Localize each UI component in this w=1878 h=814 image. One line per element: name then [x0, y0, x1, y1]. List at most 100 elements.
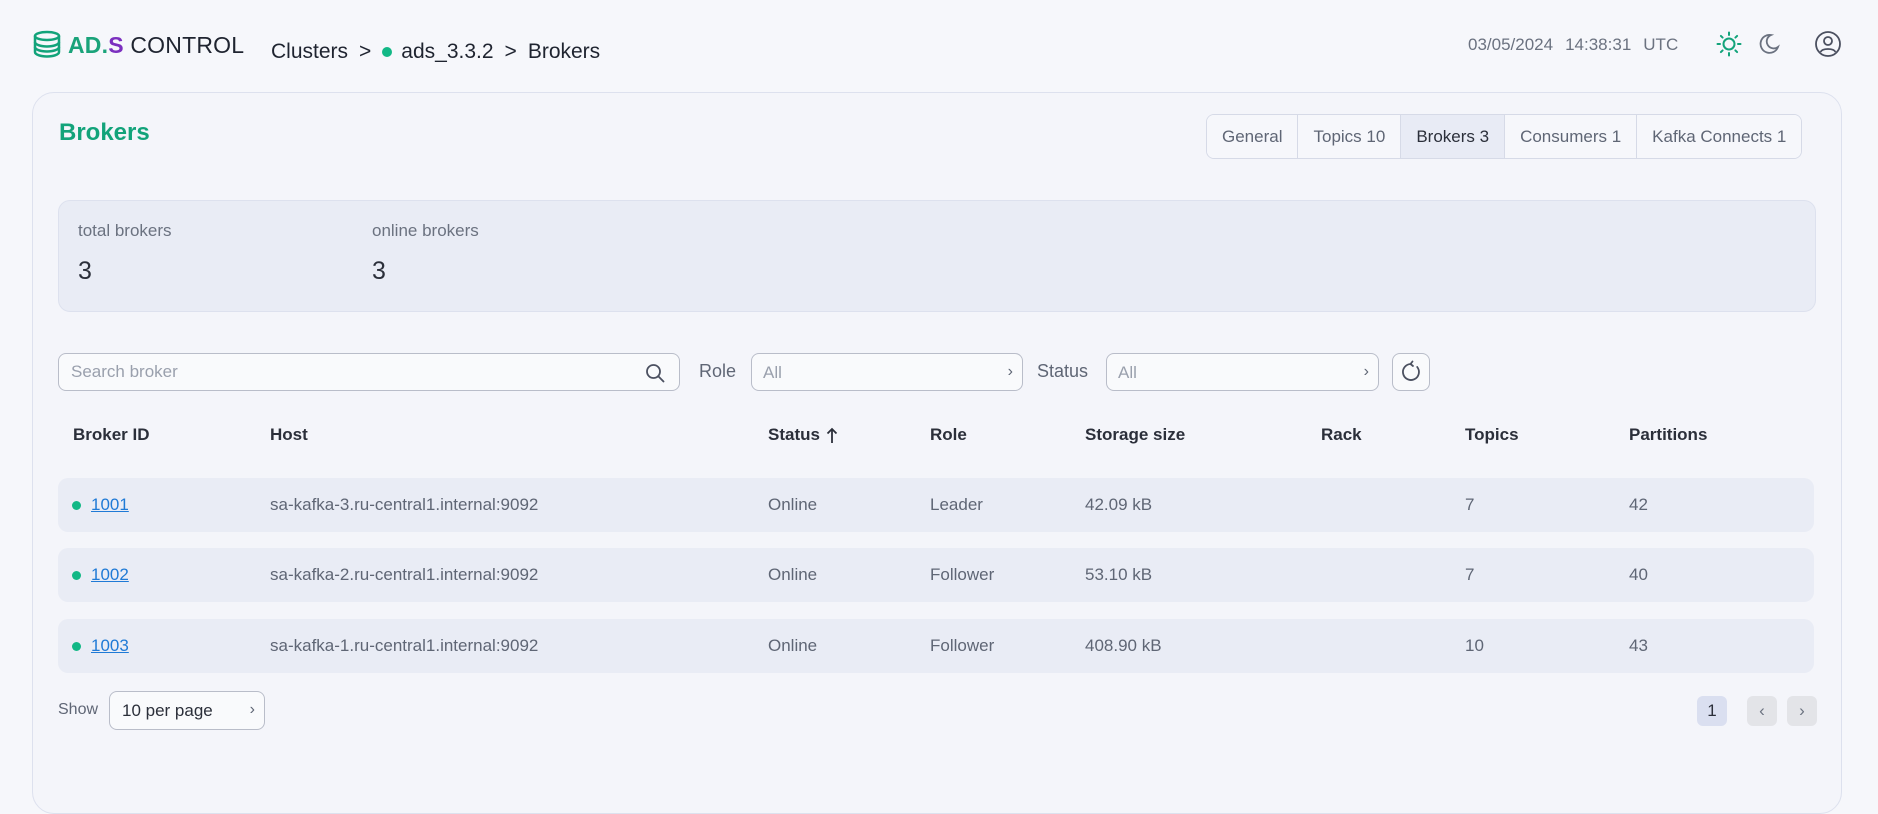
breadcrumb-clusters[interactable]: Clusters [271, 40, 348, 64]
refresh-icon [1402, 360, 1420, 381]
search-input[interactable] [59, 354, 643, 390]
column-header-label: Host [270, 425, 308, 444]
dark-theme-button[interactable] [1755, 30, 1783, 58]
host-cell: sa-kafka-3.ru-central1.internal:9092 [270, 495, 539, 514]
cluster-status-dot [382, 47, 393, 57]
storage-cell: 408.90 kB [1085, 636, 1162, 655]
show-label: Show [58, 701, 99, 718]
stat-total-brokers: total brokers 3 [78, 221, 172, 286]
light-theme-button[interactable] [1715, 30, 1743, 58]
breadcrumb: Clusters > ads_3.3.2 > Brokers [271, 40, 600, 64]
broker-id-link[interactable]: 1003 [91, 636, 129, 656]
column-header-role[interactable]: Role [930, 425, 967, 445]
column-header-status[interactable]: Status [768, 425, 838, 445]
broker-id-link[interactable]: 1002 [91, 565, 129, 585]
status-select-value: All [1118, 363, 1137, 382]
prev-page-button[interactable]: ‹ [1747, 696, 1777, 726]
table-row[interactable]: 1001 sa-kafka-3.ru-central1.internal:909… [58, 478, 1814, 532]
per-page-value: 10 per page [122, 701, 213, 720]
per-page-select[interactable]: 10 per page › [109, 691, 265, 730]
tab-consumers[interactable]: Consumers 1 [1505, 115, 1638, 158]
column-header-label: Broker ID [73, 425, 150, 444]
role-cell: Leader [930, 495, 983, 514]
topics-cell: 10 [1465, 636, 1484, 655]
broker-id-cell: 1003 [72, 636, 129, 656]
role-select-value: All [763, 363, 782, 382]
broker-id-link[interactable]: 1001 [91, 495, 129, 515]
role-cell: Follower [930, 636, 995, 655]
status-cell: Online [768, 495, 818, 514]
sun-icon [1716, 31, 1742, 57]
chevron-right-icon: › [1007, 363, 1013, 380]
status-filter-label: Status [1037, 361, 1089, 381]
logo-text: AD.S CONTROL [68, 32, 244, 59]
time: 14:38:31 [1565, 35, 1632, 54]
page-number-button[interactable]: 1 [1697, 696, 1727, 726]
chevron-right-icon: › [1363, 363, 1369, 380]
host-cell: sa-kafka-2.ru-central1.internal:9092 [270, 565, 539, 584]
column-header-label: Storage size [1085, 425, 1186, 444]
search-icon[interactable] [645, 363, 665, 383]
column-header-rack[interactable]: Rack [1321, 425, 1362, 445]
tab-kafka-connects[interactable]: Kafka Connects 1 [1637, 115, 1802, 158]
broker-id-cell: 1001 [72, 495, 129, 515]
user-menu-button[interactable] [1814, 30, 1842, 58]
tab-general[interactable]: General [1207, 115, 1299, 158]
partitions-cell: 42 [1629, 495, 1648, 514]
stat-online-brokers: online brokers 3 [372, 221, 479, 286]
status-select[interactable]: All › [1106, 353, 1379, 391]
column-header-label: Rack [1321, 425, 1362, 444]
role-filter-label: Role [699, 361, 737, 381]
next-page-button[interactable]: › [1787, 696, 1817, 726]
column-header-topics[interactable]: Topics [1465, 425, 1519, 445]
stat-value: 3 [372, 257, 386, 285]
column-header-label: Partitions [1629, 425, 1708, 444]
status-cell: Online [768, 565, 818, 584]
chevron-right-icon: › [1799, 701, 1805, 720]
breadcrumb-current: Brokers [527, 40, 601, 63]
main-card: Brokers General Topics 10 Brokers 3 Cons… [32, 92, 1842, 814]
refresh-button[interactable] [1392, 353, 1430, 391]
column-header-partitions[interactable]: Partitions [1629, 425, 1707, 445]
stats-panel: total brokers 3 online brokers 3 [58, 200, 1816, 312]
timezone: UTC [1643, 35, 1679, 54]
app-header: AD.S CONTROL Clusters > ads_3.3.2 > Brok… [0, 0, 1878, 92]
storage-cell: 53.10 kB [1085, 565, 1153, 584]
stat-value: 3 [78, 257, 92, 285]
stat-label: online brokers [372, 221, 479, 240]
datetime: 03/05/2024 14:38:31 UTC [1468, 35, 1678, 55]
cluster-tabs: General Topics 10 Brokers 3 Consumers 1 … [1206, 114, 1803, 159]
column-header-host[interactable]: Host [270, 425, 308, 445]
logo-text-ad: AD. [68, 31, 109, 58]
logo-text-control: CONTROL [123, 31, 245, 58]
online-status-dot [72, 641, 81, 651]
logo-text-s: S [108, 31, 124, 58]
search-box [58, 353, 680, 391]
chevron-right-icon: › [249, 701, 255, 718]
breadcrumb-separator: > [359, 40, 372, 63]
column-header-label: Topics [1465, 425, 1519, 444]
host-cell: sa-kafka-1.ru-central1.internal:9092 [270, 636, 539, 655]
tab-brokers[interactable]: Brokers 3 [1401, 115, 1506, 158]
column-header-label: Role [930, 425, 967, 444]
column-header-broker-id[interactable]: Broker ID [73, 425, 150, 445]
page-title: Brokers [59, 119, 150, 146]
user-avatar-icon [1815, 31, 1841, 57]
role-select[interactable]: All › [751, 353, 1023, 391]
chevron-left-icon: ‹ [1759, 701, 1765, 720]
partitions-cell: 43 [1629, 636, 1648, 655]
breadcrumb-separator: > [504, 40, 517, 63]
logo[interactable]: AD.S CONTROL [32, 30, 244, 60]
table-row[interactable]: 1003 sa-kafka-1.ru-central1.internal:909… [58, 619, 1814, 673]
table-row[interactable]: 1002 sa-kafka-2.ru-central1.internal:909… [58, 548, 1814, 602]
tab-topics[interactable]: Topics 10 [1298, 115, 1402, 158]
database-logo-icon [33, 30, 61, 58]
moon-icon [1759, 34, 1780, 54]
column-header-storage-size[interactable]: Storage size [1085, 425, 1185, 445]
online-status-dot [72, 570, 81, 580]
breadcrumb-cluster[interactable]: ads_3.3.2 [401, 40, 493, 64]
stat-label: total brokers [78, 221, 172, 240]
online-status-dot [72, 500, 81, 510]
partitions-cell: 40 [1629, 565, 1648, 584]
topics-cell: 7 [1465, 565, 1475, 584]
